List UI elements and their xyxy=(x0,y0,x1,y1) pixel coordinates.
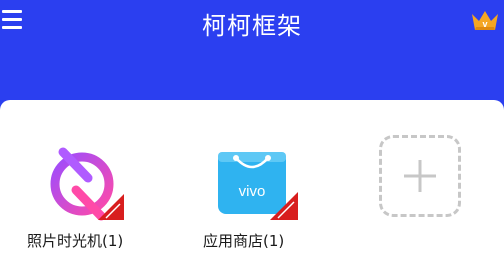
vivo-icon-text: vivo xyxy=(239,183,266,200)
app-header: 柯柯框架 v xyxy=(0,0,504,50)
svg-text:v: v xyxy=(482,19,487,29)
app-label: 照片时光机(1) xyxy=(27,232,124,250)
add-app-button[interactable] xyxy=(379,135,461,217)
app-label: 应用商店(1) xyxy=(203,232,285,250)
photo-time-machine-icon xyxy=(46,146,126,226)
apps-panel: 照片时光机(1) vivo 应用商店(1) xyxy=(0,100,504,266)
page-title: 柯柯框架 xyxy=(202,12,302,40)
crown-icon[interactable]: v xyxy=(470,8,504,36)
vivo-app-store-icon: vivo xyxy=(218,144,300,226)
plus-icon xyxy=(404,160,436,196)
